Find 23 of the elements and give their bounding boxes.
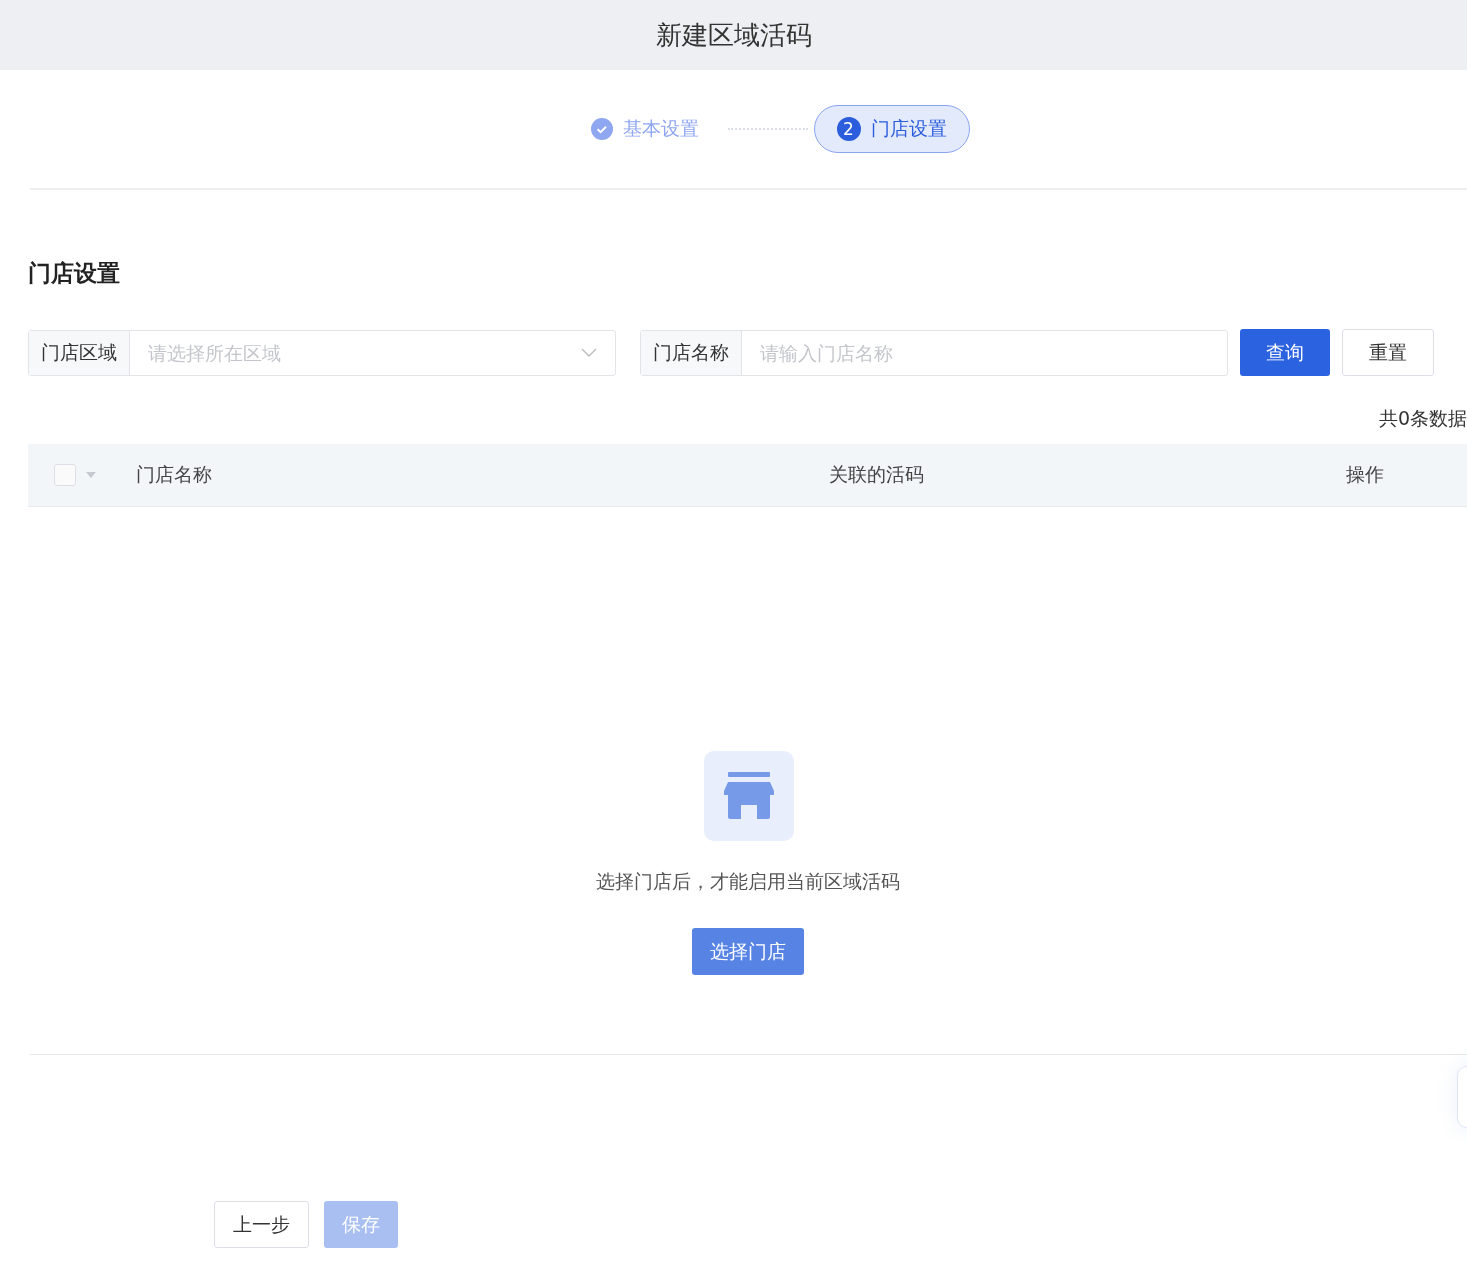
column-header: 关联的活码: [827, 462, 925, 487]
filter-field[interactable]: 门店区域 请选择所在区域: [28, 329, 616, 376]
search-button[interactable]: 查询: [1240, 329, 1330, 376]
column-header: 门店名称: [136, 462, 213, 487]
chevron-down-icon: [581, 347, 597, 358]
caret-icon[interactable]: [86, 472, 96, 478]
previous-button[interactable]: 上一步: [214, 1201, 309, 1248]
select-all-checkbox[interactable]: [54, 464, 76, 486]
field-label: 门店区域: [29, 330, 130, 375]
filter-field[interactable]: 门店名称 请输入门店名称: [640, 329, 1228, 376]
section-title: 门店设置: [28, 259, 121, 288]
select-store-button[interactable]: 选择门店: [691, 928, 804, 975]
check-icon: [590, 118, 613, 140]
store-icon: [703, 751, 794, 841]
empty-message: 选择门店后，才能启用当前区域活码: [595, 869, 900, 894]
total-count: 共0条数据: [1378, 406, 1467, 430]
window-title: 新建区域活码: [655, 18, 812, 52]
reset-button[interactable]: 重置: [1342, 329, 1434, 376]
input-field[interactable]: 请选择所在区域: [130, 341, 581, 364]
column-header: 操作: [1346, 462, 1384, 487]
field-label: 门店名称: [641, 330, 742, 375]
step-tab[interactable]: 2 门店设置: [813, 105, 970, 153]
input-field[interactable]: 请输入门店名称: [742, 341, 1227, 364]
